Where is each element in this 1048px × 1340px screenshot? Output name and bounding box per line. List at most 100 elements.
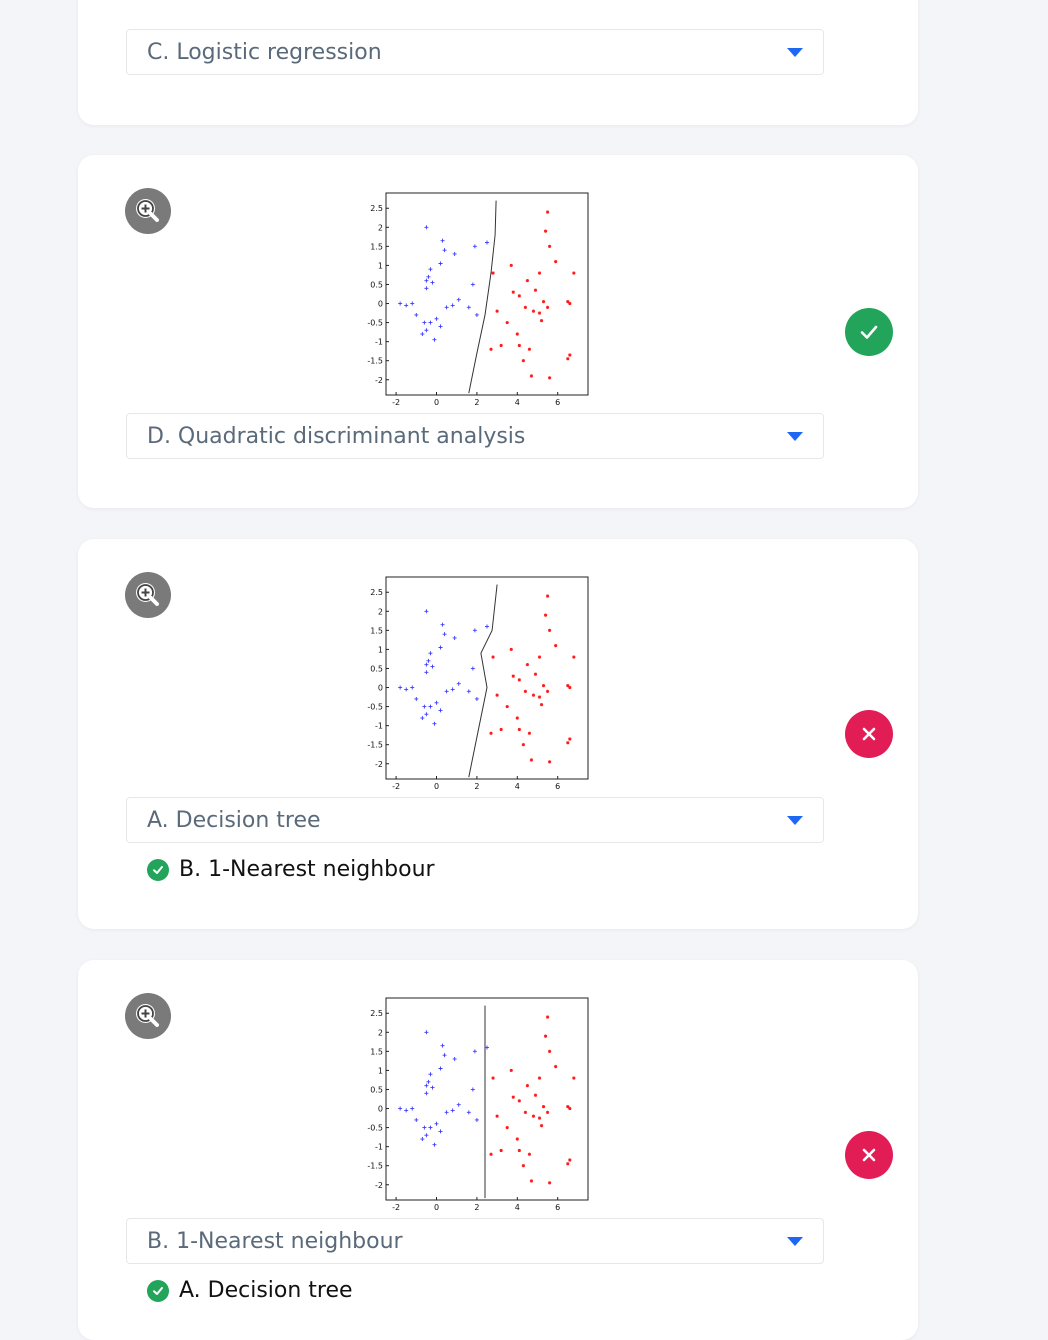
class-b-point: [546, 210, 550, 214]
selected-answer: B. 1-Nearest neighbour: [147, 1228, 403, 1254]
y-tick-label: 2.5: [370, 588, 383, 597]
class-b-point: [568, 301, 572, 306]
class-b-point: [525, 1084, 529, 1088]
x-tick-label: -2: [392, 782, 400, 791]
x-tick-label: 2: [474, 782, 479, 791]
scatter-plot-svg: 2.5 2 1.5 1 0.5 0 -0.5 -1 -1.5 -2 -2 0 2 4 6: [367, 576, 589, 791]
class-b-point: [548, 376, 552, 380]
class-b-point: [531, 1114, 536, 1118]
y-tick-label: 1: [378, 1066, 383, 1075]
zoom-in-button[interactable]: [125, 572, 171, 618]
class-b-point: [543, 613, 548, 617]
class-b-point: [527, 731, 532, 735]
class-b-point: [566, 1162, 570, 1166]
class-b-point: [511, 290, 515, 294]
y-tick-label: 2.5: [370, 1009, 383, 1018]
class-b-point: [566, 357, 570, 361]
y-tick-label: -0.5: [367, 703, 383, 712]
class-b-point: [572, 655, 576, 659]
class-b-point: [548, 244, 552, 248]
class-b-point: [509, 263, 513, 268]
class-b-point: [541, 1105, 546, 1109]
selected-answer: D. Quadratic discriminant analysis: [147, 423, 526, 449]
y-tick-label: -1: [375, 338, 383, 347]
y-tick-label: -1.5: [367, 357, 383, 366]
class-b-point: [529, 1179, 534, 1183]
y-tick-label: 2: [378, 1028, 383, 1037]
class-b-point: [525, 663, 529, 667]
correct-answer-text: B. 1-Nearest neighbour: [179, 857, 435, 882]
check-icon: [860, 325, 878, 339]
plot-frame: [385, 192, 589, 396]
caret-down-icon: [787, 815, 803, 825]
y-tick-label: -0.5: [367, 1124, 383, 1133]
selected-answer: A. Decision tree: [147, 807, 321, 833]
class-b-point: [531, 693, 536, 697]
x-tick-label: 6: [555, 398, 560, 407]
y-tick-label: 0: [378, 300, 383, 309]
class-b-point: [548, 1181, 552, 1185]
class-b-point: [523, 305, 527, 309]
class-b-point: [533, 288, 538, 292]
y-tick-label: -1.5: [367, 741, 383, 750]
class-b-point: [572, 271, 576, 275]
zoom-in-button[interactable]: [125, 188, 171, 234]
y-tick-label: 0: [378, 1105, 383, 1114]
question-card: -20246 C. Logistic regression: [78, 0, 918, 125]
class-b-point: [539, 1124, 544, 1128]
answer-dropdown[interactable]: D. Quadratic discriminant analysis: [126, 413, 824, 459]
y-tick-label: -1: [375, 1143, 383, 1152]
question-card: 2.5 2 1.5 1 0.5 0 -0.5 -1 -1.5 -2 -2 0 2 4 6 B. 1-Near…: [78, 960, 918, 1340]
class-b-point: [515, 332, 519, 336]
y-tick-label: 2.5: [370, 204, 383, 213]
caret-down-icon: [787, 1236, 803, 1246]
class-b-point: [511, 1095, 515, 1099]
class-b-point: [499, 727, 503, 732]
answer-dropdown[interactable]: A. Decision tree: [126, 797, 824, 843]
class-b-point: [546, 1015, 550, 1019]
scatter-plot-svg: -20246: [368, 0, 598, 25]
x-tick-label: 6: [555, 1203, 560, 1212]
class-b-point: [527, 1152, 532, 1156]
caret-down-icon: [787, 47, 803, 57]
class-b-point: [505, 320, 509, 325]
x-tick-label: -2: [392, 398, 400, 407]
zoom-in-icon: [136, 1004, 159, 1027]
correct-status: [845, 308, 893, 356]
x-tick-label: 0: [434, 398, 439, 407]
answer-dropdown[interactable]: C. Logistic regression: [126, 29, 824, 75]
y-tick-label: 0.5: [370, 664, 383, 673]
y-tick-label: 1.5: [370, 242, 383, 251]
y-tick-label: 0: [378, 684, 383, 693]
class-b-point: [495, 309, 499, 313]
y-tick-label: -0.5: [367, 319, 383, 328]
scatter-plot: 2.5 2 1.5 1 0.5 0 -0.5 -1 -1.5 -2 -2 0 2 4 6: [358, 996, 598, 1216]
class-b-point: [505, 704, 509, 709]
x-tick-label: 6: [555, 782, 560, 791]
class-b-point: [568, 685, 572, 690]
x-tick-label: 2: [474, 1203, 479, 1212]
y-tick-label: -1.5: [367, 1162, 383, 1171]
y-tick-label: -1: [375, 722, 383, 731]
y-tick-label: 2: [378, 607, 383, 616]
zoom-in-button[interactable]: [125, 993, 171, 1039]
class-b-point: [531, 309, 536, 313]
scatter-plot: 2.5 2 1.5 1 0.5 0 -0.5 -1 -1.5 -2 -2 0 2 4 6: [358, 575, 598, 795]
class-b-point: [499, 343, 503, 348]
class-b-point: [525, 279, 529, 283]
class-b-point: [541, 684, 546, 688]
class-b-point: [509, 1068, 513, 1073]
class-b-point: [491, 1076, 495, 1080]
class-b-point: [539, 703, 544, 707]
x-tick-label: 2: [474, 398, 479, 407]
class-b-point: [548, 760, 552, 764]
class-b-point: [515, 716, 519, 720]
x-tick-label: 0: [434, 782, 439, 791]
class-b-point: [511, 674, 515, 678]
class-b-point: [537, 271, 542, 275]
wrong-status: [845, 1131, 893, 1179]
class-b-point: [495, 693, 499, 697]
correct-answer: A. Decision tree: [147, 1278, 353, 1303]
plot-frame: [385, 576, 589, 780]
answer-dropdown[interactable]: B. 1-Nearest neighbour: [126, 1218, 824, 1264]
